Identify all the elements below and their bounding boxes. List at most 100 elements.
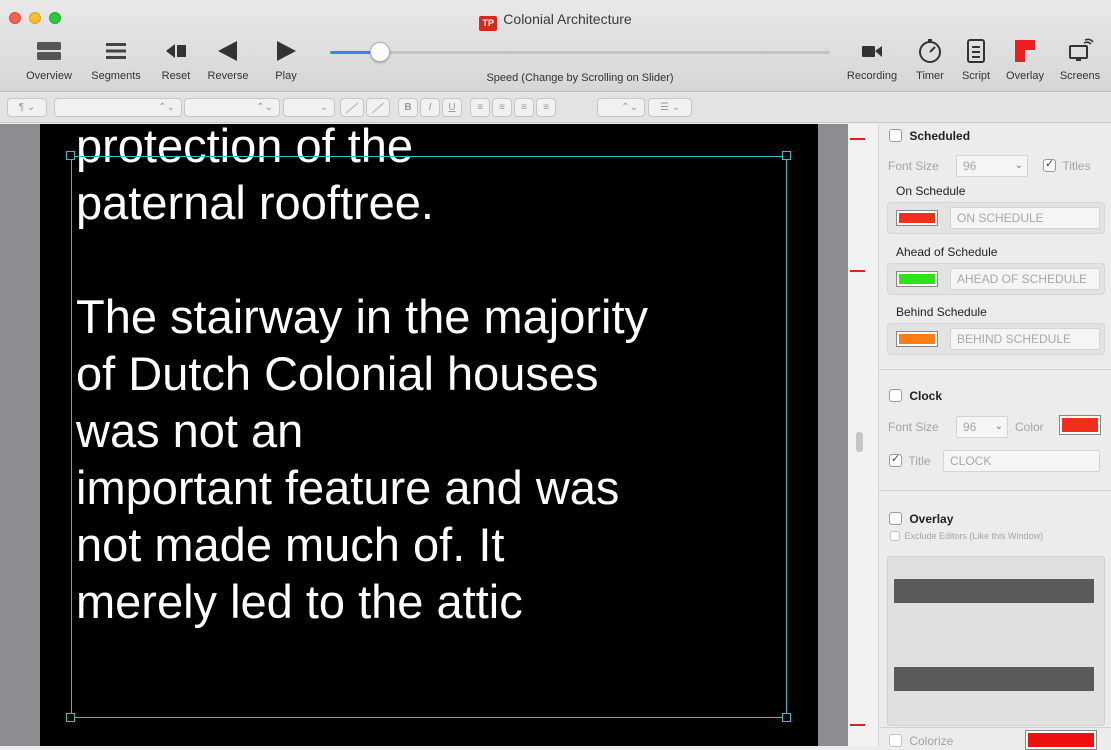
window-title-text: Colonial Architecture [503,11,632,27]
play-label: Play [275,70,297,82]
ahead-of-schedule-text-field[interactable]: AHEAD OF SCHEDULE [950,268,1100,290]
behind-schedule-text-field[interactable]: BEHIND SCHEDULE [950,328,1100,350]
speed-slider-label: Speed (Change by Scrolling on Slider) [486,72,674,84]
reset-button[interactable]: Reset [152,38,200,82]
overlay-checkbox[interactable] [889,512,902,525]
clock-title-field[interactable]: CLOCK [943,450,1100,472]
exclude-editors-row[interactable]: Exclude Editors (Like this Window) [890,531,1043,541]
segments-button[interactable]: Segments [84,38,148,82]
overlay-row[interactable]: Overlay [889,512,953,526]
list-style-select[interactable]: ☰ ⌄ [648,98,692,117]
overlay-button[interactable]: Overlay [1000,38,1050,82]
italic-button[interactable]: I [420,98,440,117]
scheduled-font-size-value: 96 [963,159,977,173]
script-icon [954,38,998,64]
screens-icon [1052,38,1108,64]
segment-marker[interactable] [850,138,865,140]
colorize-color [1028,733,1094,747]
titles-checkbox[interactable] [1043,157,1056,172]
recording-label: Recording [846,70,898,82]
speed-slider-thumb[interactable] [370,42,390,62]
scheduled-row[interactable]: Scheduled [889,129,970,143]
overlay-top-bar[interactable] [894,579,1094,603]
reverse-label: Reverse [207,70,249,82]
speed-slider[interactable] [330,42,830,62]
editor-right-gutter [818,124,848,746]
timer-button[interactable]: Timer [908,38,952,82]
segments-icon [84,38,148,64]
overlay-bottom-bar[interactable] [894,667,1094,691]
bold-button[interactable]: B [398,98,418,117]
align-right-button[interactable]: ≡ [514,98,534,117]
divider [879,490,1111,491]
font-style-select[interactable]: ⌃⌄ [184,98,280,117]
on-schedule-label: On Schedule [896,184,966,198]
on-schedule-color [899,213,935,223]
colorize-checkbox[interactable] [889,734,902,747]
font-family-select[interactable]: ⌃⌄ [54,98,182,117]
exclude-editors-label: Exclude Editors (Like this Window) [904,531,1044,541]
segment-marker[interactable] [850,724,865,726]
selection-handle[interactable] [782,713,791,722]
align-justify-button[interactable]: ≡ [536,98,556,117]
ahead-of-schedule-color-well[interactable] [896,271,938,287]
overlay-settings-panel: Scheduled Font Size 96 ⌄ Titles On Schedu… [878,124,1111,750]
editor-left-gutter [0,124,40,746]
segment-marker[interactable] [850,270,865,272]
reset-label: Reset [161,70,191,82]
align-center-button[interactable]: ≡ [492,98,512,117]
format-bar: ¶ ⌄ ⌃⌄ ⌃⌄ ⌄ B I U ≡ ≡ ≡ ≡ ⌃⌄ ☰ ⌄ [0,93,1111,123]
window-title: TP Colonial Architecture [0,11,1111,31]
clock-title-checkbox[interactable] [889,452,902,467]
reset-icon [152,38,200,64]
segments-label: Segments [91,70,141,82]
clock-checkbox[interactable] [889,389,902,402]
titles-label: Titles [1062,159,1091,173]
clock-title-label: Title [908,454,931,468]
scheduled-font-size-select[interactable]: 96 ⌄ [956,155,1028,177]
overlay-icon [1000,38,1050,64]
play-icon [266,38,306,64]
overview-label: Overview [26,70,72,82]
selection-box [71,156,787,718]
script-button[interactable]: Script [954,38,998,82]
editor-scrollbar[interactable] [856,432,863,452]
titles-row[interactable]: Titles [1043,157,1091,173]
on-schedule-color-well[interactable] [896,210,938,226]
clock-row[interactable]: Clock [889,389,942,403]
underline-button[interactable]: U [442,98,462,117]
paragraph-style-select[interactable]: ¶ ⌄ [7,98,47,117]
behind-schedule-color-well[interactable] [896,331,938,347]
play-button[interactable]: Play [266,38,306,82]
reverse-button[interactable]: Reverse [202,38,254,82]
clock-color-well[interactable] [1059,415,1101,435]
overlay-preview[interactable] [887,556,1105,726]
segment-marker-strip [848,124,878,746]
background-color-button[interactable] [366,98,390,117]
clock-title-row[interactable]: Title [889,452,931,468]
clock-font-size-label: Font Size [888,420,939,434]
divider [879,369,1111,370]
font-size-select[interactable]: ⌄ [283,98,335,117]
selection-handle[interactable] [782,151,791,160]
clock-font-size-select[interactable]: 96 ⌄ [956,416,1008,438]
overview-button[interactable]: Overview [18,38,80,82]
screens-label: Screens [1059,70,1101,82]
selection-handle[interactable] [66,713,75,722]
screens-button[interactable]: Screens [1052,38,1108,82]
line-spacing-select[interactable]: ⌃⌄ [597,98,645,117]
behind-schedule-label: Behind Schedule [896,305,987,319]
align-left-button[interactable]: ≡ [470,98,490,117]
recording-button[interactable]: Recording [838,38,906,82]
overview-icon [18,38,80,64]
colorize-color-well[interactable] [1025,730,1097,750]
overlay-label: Overlay [1006,70,1044,82]
script-editor[interactable]: protection of the paternal rooftree. The s… [40,124,818,746]
scheduled-checkbox[interactable] [889,129,902,142]
exclude-editors-checkbox[interactable] [890,531,900,541]
text-color-button[interactable] [340,98,364,117]
on-schedule-text-field[interactable]: ON SCHEDULE [950,207,1100,229]
recording-icon [838,38,906,64]
selection-handle[interactable] [66,151,75,160]
overlay-label: Overlay [909,512,954,526]
